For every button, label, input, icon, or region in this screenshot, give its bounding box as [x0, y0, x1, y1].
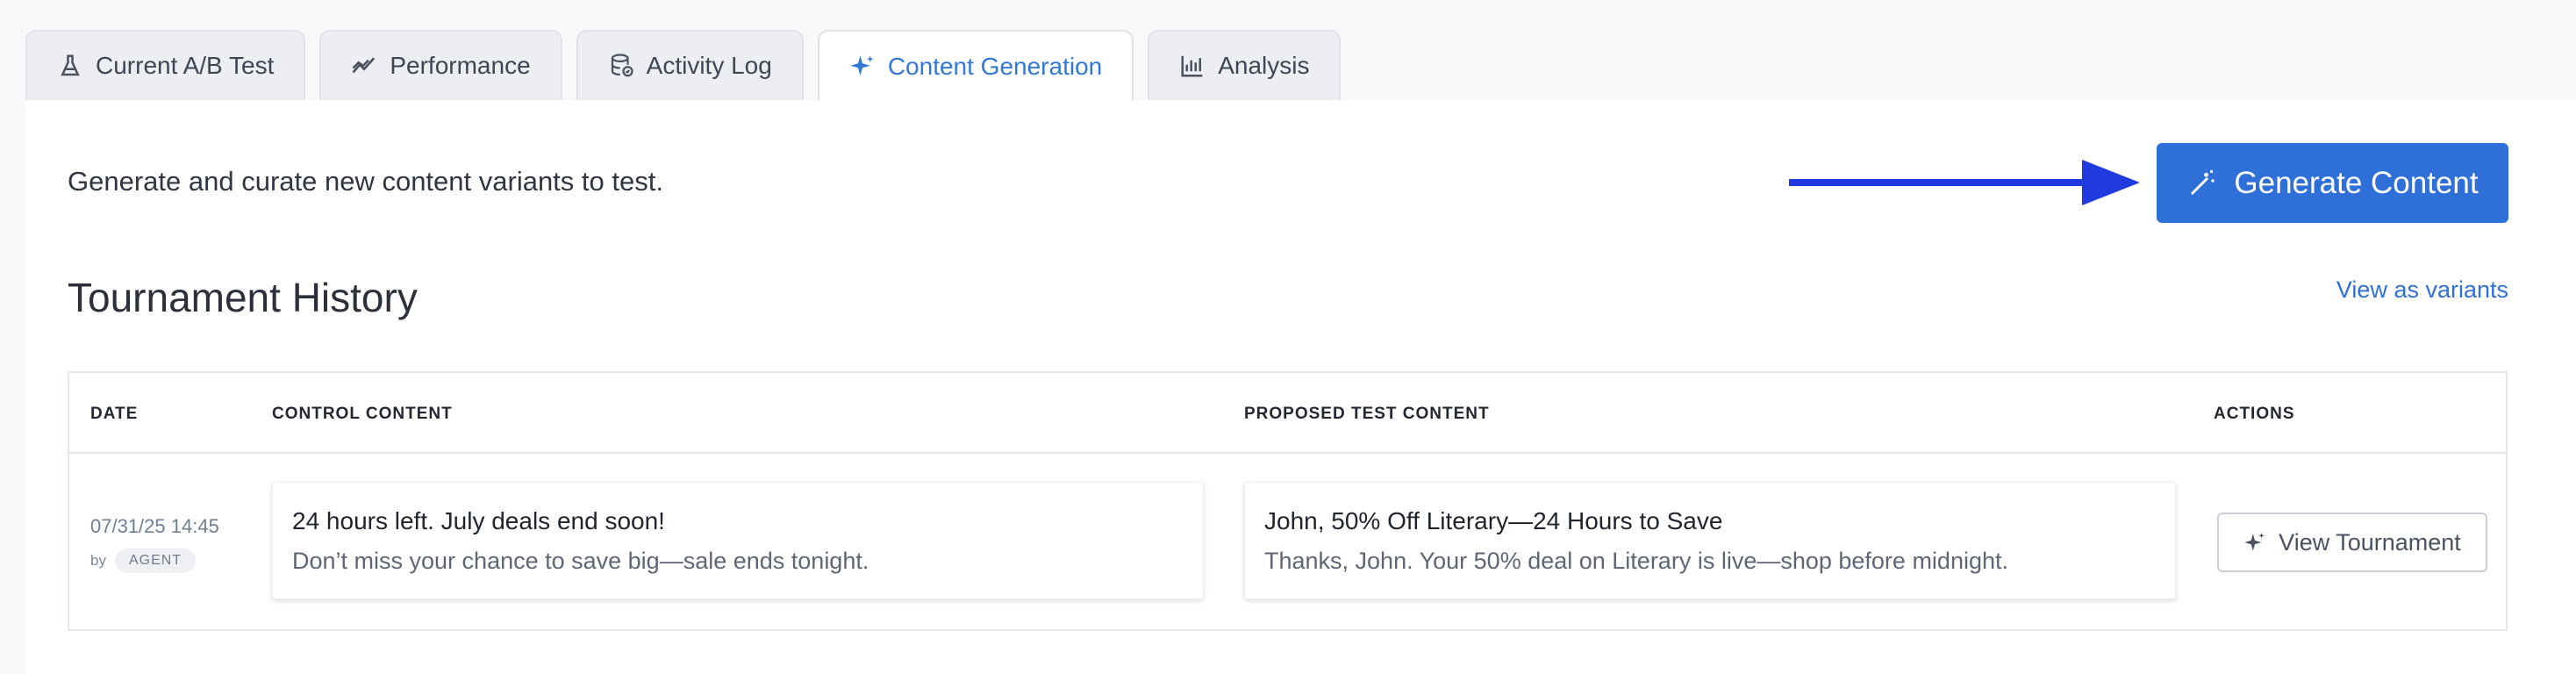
agent-badge: AGENT [114, 549, 197, 573]
tab-activity-log[interactable]: Activity Log [576, 30, 804, 100]
tab-label: Analysis [1218, 52, 1310, 79]
tab-performance[interactable]: Performance [319, 30, 562, 100]
tab-label: Content Generation [887, 53, 1103, 80]
tab-bar: Current A/B Test Performance Activity Lo… [25, 30, 1342, 102]
tournament-history-table: DATE CONTROL CONTENT PROPOSED TEST CONTE… [68, 371, 2508, 631]
row-author: by AGENT [90, 549, 197, 573]
tab-label: Performance [390, 52, 531, 79]
proposed-content-card: John, 50% Off Literary—24 Hours to Save … [1244, 482, 2176, 599]
control-content-card: 24 hours left. July deals end soon! Don’… [272, 482, 1204, 599]
column-header-actions: ACTIONS [2214, 405, 2295, 423]
generate-content-label: Generate Content [2234, 165, 2479, 200]
sparkle-icon [2244, 533, 2265, 551]
proposed-body: Thanks, John. Your 50% deal on Literary … [1264, 548, 2008, 574]
control-title: 24 hours left. July deals end soon! [292, 507, 665, 534]
view-tournament-button[interactable]: View Tournament [2217, 513, 2487, 572]
annotation-arrow-icon [1789, 160, 2140, 205]
row-date: 07/31/25 14:45 [90, 515, 219, 537]
table-row: 07/31/25 14:45 by AGENT 24 hours left. J… [69, 454, 2506, 631]
column-header-date: DATE [90, 405, 139, 423]
section-title: Tournament History [68, 275, 418, 320]
trend-icon [352, 57, 376, 74]
tab-current-ab-test[interactable]: Current A/B Test [25, 30, 306, 100]
generate-content-button[interactable]: Generate Content [2157, 143, 2508, 223]
intro-text: Generate and curate new content variants… [68, 166, 663, 197]
view-as-variants-link[interactable]: View as variants [2336, 276, 2508, 304]
by-label: by [90, 552, 106, 569]
column-header-proposed: PROPOSED TEST CONTENT [1244, 405, 1490, 423]
tab-content-generation[interactable]: Content Generation [817, 30, 1134, 102]
flask-icon [61, 54, 80, 76]
control-body: Don’t miss your chance to save big—sale … [292, 548, 869, 574]
proposed-title: John, 50% Off Literary—24 Hours to Save [1264, 507, 1723, 534]
content-generation-panel: Generate and curate new content variants… [25, 100, 2576, 674]
tab-label: Activity Log [646, 52, 772, 79]
table-header: DATE CONTROL CONTENT PROPOSED TEST CONTE… [69, 373, 2506, 454]
column-header-control: CONTROL CONTENT [272, 405, 453, 423]
sparkle-icon [850, 55, 874, 75]
view-tournament-label: View Tournament [2279, 528, 2461, 556]
database-icon [611, 54, 633, 77]
bar-chart-icon [1181, 55, 1203, 77]
tab-label: Current A/B Test [96, 52, 275, 79]
tab-analysis[interactable]: Analysis [1148, 30, 1342, 100]
magic-wand-icon [2191, 169, 2215, 195]
